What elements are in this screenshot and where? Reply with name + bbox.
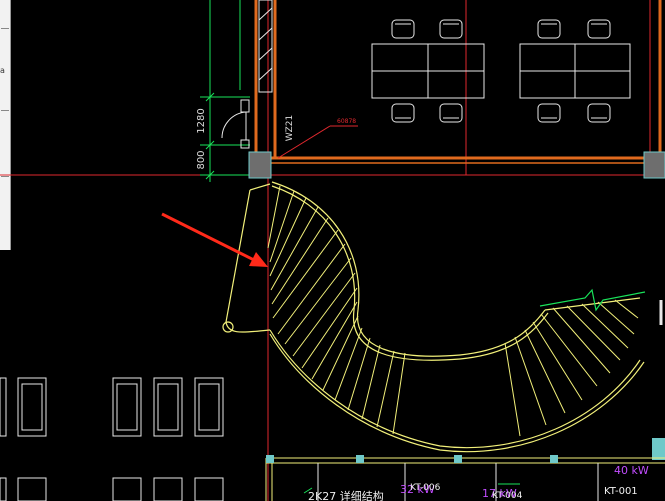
bottom-annotation: 2K27 详细结构: [308, 489, 384, 501]
wall-shelving: [258, 0, 273, 93]
chair-icon: [537, 103, 561, 123]
chair-block: [0, 377, 7, 437]
chair-icon: [587, 19, 611, 39]
chair-block: [194, 377, 224, 437]
equipment-tag: KT-006: [410, 483, 441, 493]
cad-drawing-canvas[interactable]: 1280 800 WZ21 60878 40 kW KT-001 32 kW K…: [0, 0, 665, 501]
column: [248, 151, 272, 179]
wall-tag: WZ21: [285, 115, 295, 142]
dimension-chain: [200, 0, 250, 182]
stair-treads: [267, 185, 639, 437]
furniture-lower-left: [0, 377, 224, 501]
desk-group-left: [371, 19, 485, 123]
column: [643, 151, 665, 179]
load-label: 40 kW: [614, 464, 649, 477]
equipment-tag: KT-001: [604, 486, 638, 497]
chair-icon: [439, 19, 463, 39]
equipment-tag: KT-004: [492, 491, 523, 501]
dimension-text-upper: 1280: [196, 108, 207, 133]
desk-group-right: [519, 19, 631, 123]
chair-icon: [587, 103, 611, 123]
dimension-text-lower: 800: [196, 150, 207, 169]
lower-room-columns: [266, 455, 558, 463]
column-small: [652, 438, 665, 460]
chair-icon: [391, 103, 415, 123]
door-swing: [221, 99, 250, 149]
grid-lines: [0, 0, 665, 501]
chair-icon: [439, 103, 463, 123]
leader-note: 60878: [337, 118, 356, 125]
chair-icon: [391, 19, 415, 39]
curved-staircase: [222, 181, 645, 453]
red-arrow: [161, 212, 268, 267]
break-line: [539, 288, 646, 312]
chair-block: [17, 377, 47, 437]
chair-icon: [537, 19, 561, 39]
chair-block: [112, 377, 142, 437]
chair-block: [153, 377, 183, 437]
